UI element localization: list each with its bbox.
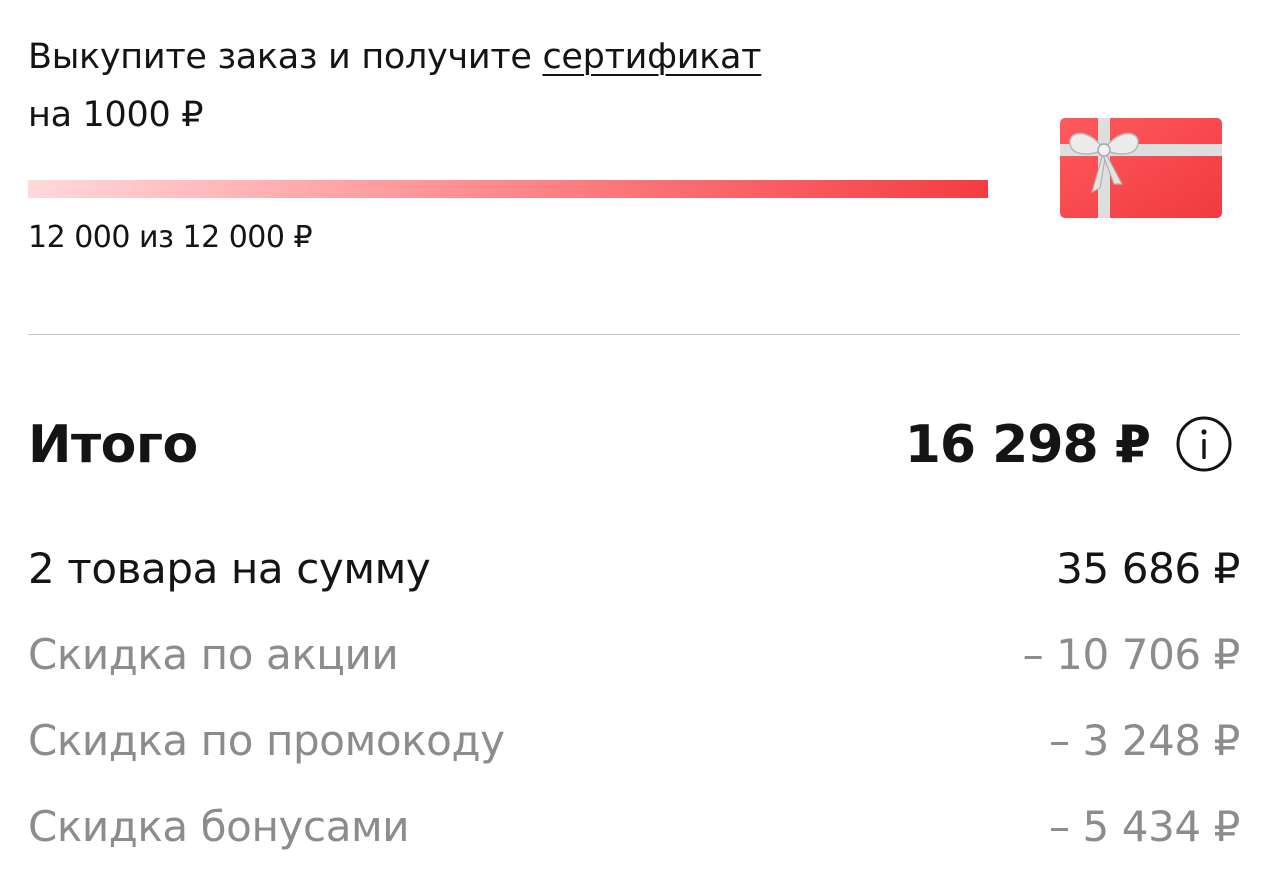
promo-discount-row: Скидка по акции – 10 706 ₽ xyxy=(28,624,1240,684)
certificate-promo: Выкупите заказ и получите сертификат на … xyxy=(28,28,988,144)
promo-discount-label: Скидка по акции xyxy=(28,629,399,679)
bonus-discount-label: Скидка бонусами xyxy=(28,801,410,851)
total-label: Итого xyxy=(28,415,198,475)
certificate-progress-fill xyxy=(28,180,988,198)
subtotal-row: 2 товара на сумму 35 686 ₽ xyxy=(28,538,1240,598)
promo-text-after: на 1000 ₽ xyxy=(28,95,204,135)
divider xyxy=(28,334,1240,335)
info-icon[interactable] xyxy=(1174,414,1234,474)
promo-discount-value: – 10 706 ₽ xyxy=(1022,629,1241,679)
bonus-discount-value: – 5 434 ₽ xyxy=(1048,801,1240,851)
total-value: 16 298 ₽ xyxy=(904,415,1151,475)
promocode-discount-row: Скидка по промокоду – 3 248 ₽ xyxy=(28,710,1240,770)
subtotal-label: 2 товара на сумму xyxy=(28,543,431,593)
promo-text-before: Выкупите заказ и получите xyxy=(28,37,543,77)
certificate-link[interactable]: сертификат xyxy=(542,37,761,77)
promocode-discount-value: – 3 248 ₽ xyxy=(1048,715,1240,765)
promocode-discount-label: Скидка по промокоду xyxy=(28,715,505,765)
bonus-discount-row: Скидка бонусами – 5 434 ₽ xyxy=(28,796,1240,856)
progress-text: 12 000 из 12 000 ₽ xyxy=(28,220,313,255)
promo-text: Выкупите заказ и получите сертификат на … xyxy=(28,28,988,144)
certificate-progress-bar xyxy=(28,180,988,198)
subtotal-value: 35 686 ₽ xyxy=(1056,543,1240,593)
gift-card-icon xyxy=(1060,118,1222,218)
